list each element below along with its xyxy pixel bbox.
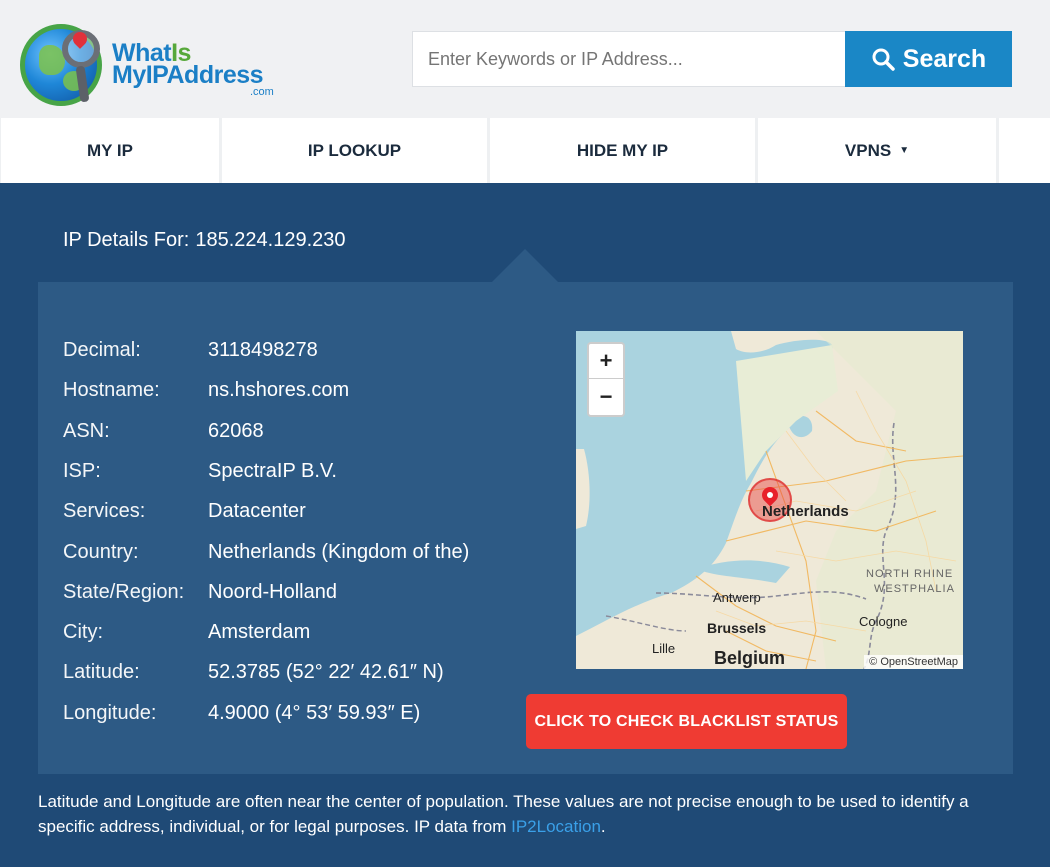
zoom-out-button[interactable]: − [589,379,623,414]
logo-suffix: .com [250,86,274,98]
search-button-label: Search [902,44,987,73]
main-nav: MY IP IP LOOKUP HIDE MY IP VPNS ▼ [0,118,1050,183]
site-header: WhatIs MyIPAddress .com Search [0,0,1050,118]
map-label-lille: Lille [652,641,676,656]
search-button[interactable]: Search [845,31,1012,87]
details-heading: IP Details For: 185.224.129.230 [63,229,346,251]
map-label-nrw-line1: NORTH RHINE [866,568,954,580]
nav-item-vpns[interactable]: VPNS ▼ [758,118,996,183]
details-ip: 185.224.129.230 [195,229,346,251]
nav-item-hide-my-ip[interactable]: HIDE MY IP [490,118,755,183]
caret-down-icon: ▼ [899,145,910,156]
nav-item-my-ip[interactable]: MY IP [1,118,219,183]
footnote: Latitude and Longitude are often near th… [38,792,969,836]
map-label-netherlands: Netherlands [762,503,849,520]
logo-text-line2: MyIPAddress [112,61,264,89]
zoom-in-button[interactable]: + [589,344,623,379]
nav-item-ip-lookup[interactable]: IP LOOKUP [222,118,487,183]
map-label-brussels: Brussels [707,620,767,636]
map-label-antwerp: Antwerp [713,590,761,605]
nav-item-overflow [999,118,1050,183]
location-map[interactable]: + − Netherlands Antwerp Brussels Belgium… [576,331,963,669]
map-label-cologne: Cologne [859,614,908,629]
check-blacklist-button[interactable]: CLICK TO CHECK BLACKLIST STATUS [526,694,847,749]
search-input[interactable] [412,31,846,87]
map-attribution[interactable]: © OpenStreetMap [864,655,963,669]
map-label-belgium: Belgium [714,648,786,668]
map-label-nrw-line2: WESTPHALIA [874,583,955,595]
site-logo[interactable]: WhatIs MyIPAddress .com [18,22,298,112]
panel-pointer [492,249,558,282]
map-zoom-control: + − [587,342,625,417]
search-icon [872,48,895,71]
ip2location-link[interactable]: IP2Location [511,817,601,836]
